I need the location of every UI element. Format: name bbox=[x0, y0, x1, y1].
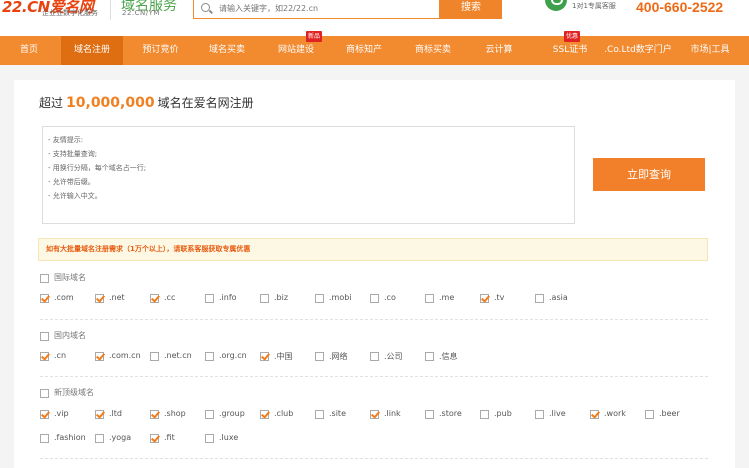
tld-checkbox[interactable] bbox=[260, 352, 269, 361]
tld-checkbox[interactable] bbox=[370, 410, 379, 419]
tld-checkbox[interactable] bbox=[260, 410, 269, 419]
search-button[interactable]: 搜索 bbox=[440, 0, 502, 19]
tld-checkbox[interactable] bbox=[590, 410, 599, 419]
nav-item-market-tools[interactable]: 市场|工具 bbox=[679, 36, 741, 65]
group-divider bbox=[40, 458, 708, 459]
tld-checkbox[interactable] bbox=[40, 352, 49, 361]
nav-item-ssl[interactable]: SSL证书 优惠 bbox=[538, 31, 602, 65]
nav-item-home[interactable]: 首页 bbox=[4, 36, 54, 65]
new-badge: 新品 bbox=[306, 31, 323, 42]
nav-item-coltd-portal[interactable]: .Co.Ltd数字门户 bbox=[603, 36, 673, 65]
tld-checkbox[interactable] bbox=[535, 294, 544, 303]
tld-checkbox[interactable] bbox=[95, 410, 104, 419]
nav-item-trademark-ip[interactable]: 商标知产 bbox=[333, 36, 395, 65]
tld-checkbox[interactable] bbox=[40, 434, 49, 443]
nav-item-presale-auction[interactable]: 预订竞价 bbox=[128, 36, 193, 65]
group-checkbox[interactable] bbox=[40, 332, 49, 341]
nav-item-domain-register[interactable]: 域名注册 bbox=[61, 36, 123, 65]
site-header: 22.CN爱名网 企业业数字化服务 域名服务 22.CN/YM 搜索 1对1专属… bbox=[0, 0, 749, 36]
group-divider bbox=[40, 319, 708, 320]
tld-checkbox[interactable] bbox=[370, 352, 379, 361]
tld-checkbox[interactable] bbox=[370, 294, 379, 303]
tld-checkbox[interactable] bbox=[260, 294, 269, 303]
tld-checkbox[interactable] bbox=[205, 410, 214, 419]
tld-checkbox[interactable] bbox=[205, 434, 214, 443]
tld-checkbox[interactable] bbox=[150, 410, 159, 419]
nav-item-domain-trade[interactable]: 域名买卖 bbox=[196, 36, 258, 65]
tld-checkbox[interactable] bbox=[40, 294, 49, 303]
service-text: 1对1专属客服 bbox=[572, 2, 616, 10]
tld-checkbox[interactable] bbox=[205, 294, 214, 303]
domain-register-panel: 超过 10,000,000 域名在爱名网注册 - 友情提示: - 支持批量查询; -… bbox=[14, 80, 735, 468]
tld-checkbox[interactable] bbox=[150, 434, 159, 443]
group-checkbox[interactable] bbox=[40, 274, 49, 283]
tld-checkbox[interactable] bbox=[205, 352, 214, 361]
tld-checkbox[interactable] bbox=[150, 352, 159, 361]
main-nav: 首页 域名注册 预订竞价 域名买卖 网站建设 新品 商标知产 商标买卖 云计算 … bbox=[0, 31, 749, 65]
logo-tagline: 企业业数字化服务 bbox=[42, 9, 98, 17]
register-count: 10,000,000 bbox=[66, 95, 155, 111]
brand-divider bbox=[110, 0, 111, 20]
page-title: 超过 10,000,000 域名在爱名网注册 bbox=[39, 95, 254, 111]
group-checkbox[interactable] bbox=[40, 389, 49, 398]
bulk-notice-text[interactable]: 如有大批量域名注册需求（1万个以上），请联系客服获取专属优惠 bbox=[46, 244, 250, 254]
tld-checkbox[interactable] bbox=[425, 294, 434, 303]
tld-checkbox[interactable] bbox=[95, 434, 104, 443]
tld-checkbox[interactable] bbox=[315, 410, 324, 419]
group-divider bbox=[40, 376, 708, 377]
query-now-button[interactable]: 立即查询 bbox=[593, 158, 705, 191]
customer-service-icon bbox=[545, 0, 567, 11]
tld-checkbox[interactable] bbox=[150, 294, 159, 303]
input-hints: - 友情提示: - 支持批量查询; - 用换行分隔，每个域名占一行; - 允许带… bbox=[48, 136, 147, 200]
hotline-number: 400-660-2522 bbox=[636, 0, 724, 15]
search-input[interactable] bbox=[219, 2, 429, 15]
tld-checkbox[interactable] bbox=[480, 410, 489, 419]
tld-checkbox[interactable] bbox=[480, 294, 489, 303]
search-box bbox=[193, 0, 440, 19]
discount-badge: 优惠 bbox=[564, 31, 581, 42]
tld-checkbox[interactable] bbox=[645, 410, 654, 419]
domain-input-textarea[interactable]: - 友情提示: - 支持批量查询; - 用换行分隔，每个域名占一行; - 允许带… bbox=[42, 126, 575, 224]
tld-checkbox[interactable] bbox=[315, 352, 324, 361]
bulk-notice: 如有大批量域名注册需求（1万个以上），请联系客服获取专属优惠 bbox=[38, 238, 708, 261]
tld-checkbox[interactable] bbox=[315, 294, 324, 303]
nav-item-trademark-trade[interactable]: 商标买卖 bbox=[402, 36, 464, 65]
nav-item-cloud[interactable]: 云计算 bbox=[470, 36, 528, 65]
search-icon bbox=[201, 3, 210, 12]
tld-checkbox[interactable] bbox=[95, 294, 104, 303]
tld-checkbox[interactable] bbox=[95, 352, 104, 361]
tld-checkbox[interactable] bbox=[425, 410, 434, 419]
tld-checkbox[interactable] bbox=[40, 410, 49, 419]
tld-checkbox[interactable] bbox=[535, 410, 544, 419]
tld-checkbox[interactable] bbox=[425, 352, 434, 361]
brand-subtitle: 22.CN/YM bbox=[122, 9, 160, 17]
nav-item-website-build[interactable]: 网站建设 新品 bbox=[264, 31, 328, 65]
